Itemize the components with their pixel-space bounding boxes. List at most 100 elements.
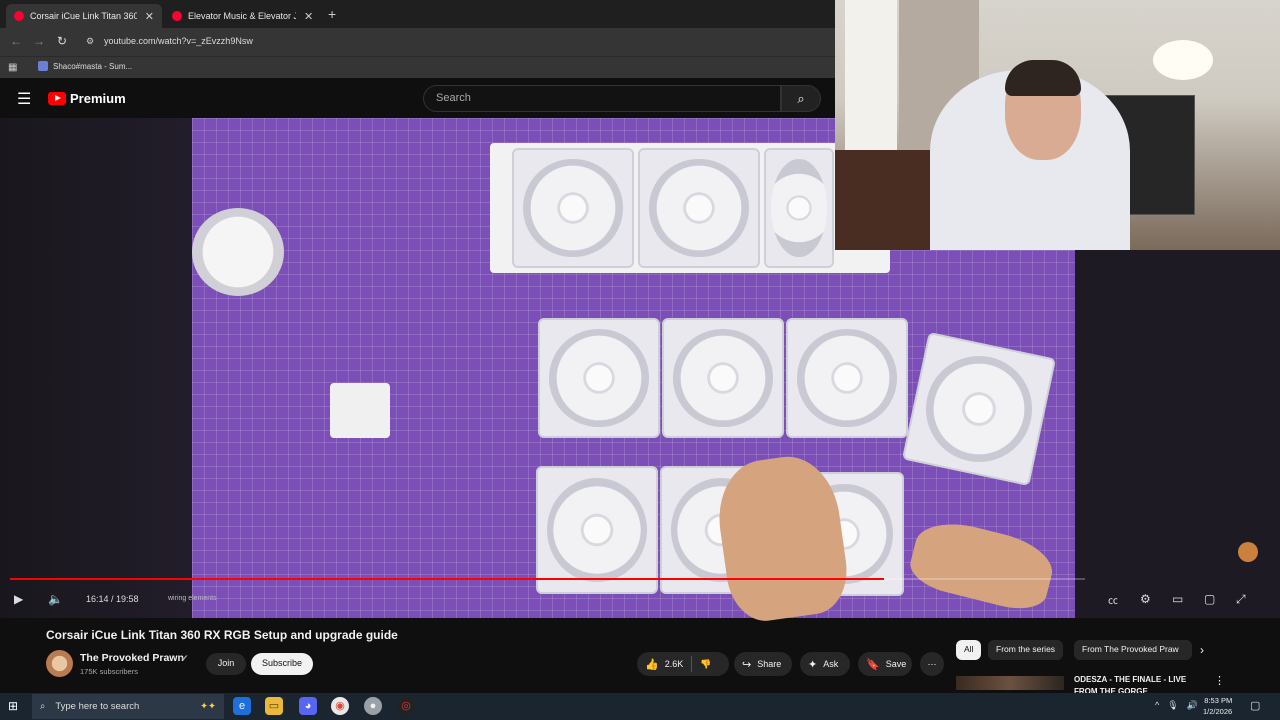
site-info-icon[interactable]: ⚙ — [86, 36, 94, 47]
bookmark-favicon-icon — [38, 61, 48, 71]
youtube-logo-icon — [48, 92, 66, 105]
save-button[interactable]: 🔖 Save — [858, 652, 912, 676]
clock-date: 1/2/2026 — [1203, 707, 1233, 716]
time-display: 16:14 / 19:58 — [86, 594, 139, 604]
notification-icon[interactable]: ▢ — [1250, 699, 1260, 712]
ask-button[interactable]: ✦ Ask — [800, 652, 850, 676]
youtube-favicon-icon — [172, 11, 182, 21]
forward-icon[interactable]: → — [33, 34, 45, 48]
tab-corsair[interactable]: Corsair iCue Link Titan 360 RX R ✕ — [6, 4, 162, 28]
taskbar-search-placeholder: Type here to search — [55, 701, 140, 712]
progress-fill — [10, 578, 884, 580]
play-icon[interactable]: ▶ — [14, 592, 23, 606]
system-tray: ^ 🎙 🔊 — [1155, 700, 1198, 711]
like-icon[interactable]: 👍 — [645, 658, 659, 671]
more-actions-button[interactable]: ⋯ — [920, 652, 944, 676]
controller-hub-image — [330, 383, 390, 438]
miniplayer-icon[interactable]: ▭ — [1172, 592, 1183, 606]
tab-title: Elevator Music & Elevator Jazz — [188, 11, 296, 21]
search-icon: ⌕ — [40, 701, 46, 712]
logo-text: Premium — [70, 91, 126, 106]
close-tab-icon[interactable]: ✕ — [145, 10, 154, 23]
sparkle-icon: ✦ — [808, 658, 818, 671]
speaker-icon[interactable]: 🔊 — [1187, 700, 1198, 711]
edge-icon[interactable]: e — [233, 697, 251, 715]
youtube-favicon-icon — [14, 11, 24, 21]
bookmark-item[interactable]: Shaco#masta - Sum... — [38, 61, 132, 71]
fan-image — [536, 466, 658, 594]
clock-time: 8:53 PM — [1204, 696, 1233, 705]
taskbar-clock[interactable]: 8:53 PM 1/2/2026 — [1203, 695, 1232, 717]
search-input[interactable]: Search — [423, 85, 781, 112]
microphone-icon[interactable]: 🎙 — [1167, 700, 1178, 711]
url-field[interactable]: youtube.com/watch?v=_zEvzzh9Nsw — [104, 36, 253, 46]
fan-image — [512, 148, 634, 268]
hand-image — [905, 514, 1059, 616]
obs-icon[interactable]: ◎ — [397, 697, 415, 715]
ask-label: Ask — [823, 659, 839, 669]
close-tab-icon[interactable]: ✕ — [304, 10, 313, 23]
volume-icon[interactable]: 🔈 — [48, 592, 63, 606]
ring-light-image — [1153, 40, 1213, 80]
video-letterbox-left — [0, 118, 192, 618]
like-count[interactable]: 2.6K — [665, 659, 684, 669]
chip-from-series[interactable]: From the series — [988, 640, 1064, 660]
join-button[interactable]: Join — [206, 653, 246, 675]
address-bar-row: ← → ↻ ⚙ youtube.com/watch?v=_zEvzzh9Nsw — [0, 28, 835, 56]
fan-image — [662, 318, 784, 438]
bookmark-label: Shaco#masta - Sum... — [53, 61, 133, 71]
apps-grid-icon[interactable]: ▦ — [8, 62, 17, 73]
chapter-label[interactable]: wiring elements — [168, 595, 217, 602]
channel-watermark-icon[interactable] — [1238, 542, 1258, 562]
windows-start-icon[interactable]: ⊞ — [8, 699, 18, 713]
file-explorer-icon[interactable]: ▭ — [265, 697, 283, 715]
search-highlight-icon: ✦✦ — [200, 701, 216, 712]
subscribe-button[interactable]: Subscribe — [251, 653, 313, 675]
more-icon: ⋯ — [927, 658, 937, 669]
tab-title: Corsair iCue Link Titan 360 RX R — [30, 11, 137, 21]
subscriber-count: 175K subscribers — [80, 667, 138, 676]
new-tab-button[interactable]: + — [328, 6, 336, 22]
chip-all[interactable]: All — [956, 640, 982, 660]
tab-elevator-music[interactable]: Elevator Music & Elevator Jazz ✕ — [164, 4, 322, 28]
hamburger-menu-icon[interactable]: ☰ — [17, 89, 31, 109]
app-icon[interactable]: ● — [364, 697, 382, 715]
progress-bar[interactable] — [10, 578, 1085, 580]
reload-icon[interactable]: ↻ — [57, 34, 67, 48]
verified-icon: ✔ — [181, 653, 189, 663]
fan-image — [638, 148, 760, 268]
share-label: Share — [757, 659, 782, 669]
headphones-image — [1005, 60, 1081, 96]
windows-taskbar: ⊞ ⌕ Type here to search ✦✦ e ▭ ◕ ◉ ● ◎ ^… — [0, 693, 1280, 720]
youtube-premium-logo[interactable]: Premium — [48, 91, 126, 106]
video-title: Corsair iCue Link Titan 360 RX RGB Setup… — [46, 628, 398, 642]
aio-pump-image — [192, 208, 284, 296]
webcam-overlay — [835, 0, 1280, 250]
chevron-up-icon[interactable]: ^ — [1155, 700, 1159, 711]
captions-icon[interactable]: ㏄ — [1108, 592, 1118, 607]
fan-image — [764, 148, 834, 268]
search-icon: ⌕ — [797, 91, 805, 106]
bookmark-icon: 🔖 — [866, 658, 880, 671]
theater-mode-icon[interactable]: ▢ — [1204, 592, 1215, 606]
recommendation-more-icon[interactable]: ⋮ — [1214, 674, 1225, 687]
taskbar-search[interactable]: ⌕ Type here to search ✦✦ — [32, 694, 224, 719]
chrome-icon[interactable]: ◉ — [331, 697, 349, 715]
dislike-icon[interactable]: 👎 — [700, 659, 711, 670]
fullscreen-icon[interactable]: ⤢ — [1236, 592, 1246, 607]
channel-name[interactable]: The Provoked Prawn — [80, 652, 184, 664]
divider — [691, 656, 693, 672]
search-button[interactable]: ⌕ — [781, 85, 821, 112]
chevron-right-icon[interactable]: › — [1200, 643, 1204, 657]
channel-avatar[interactable] — [46, 650, 73, 677]
share-button[interactable]: ↪ Share — [734, 652, 792, 676]
discord-icon[interactable]: ◕ — [299, 697, 317, 715]
back-icon[interactable]: ← — [10, 34, 22, 48]
tab-bar: Corsair iCue Link Titan 360 RX R ✕ Eleva… — [0, 0, 835, 28]
like-dislike-group: 👍 2.6K 👎 — [637, 652, 729, 676]
save-label: Save — [885, 659, 907, 669]
recommendation-thumbnail[interactable] — [956, 676, 1064, 690]
fan-image — [538, 318, 660, 438]
settings-gear-icon[interactable]: ⚙ — [1140, 592, 1151, 606]
chip-from-channel[interactable]: From The Provoked Praw — [1074, 640, 1192, 660]
